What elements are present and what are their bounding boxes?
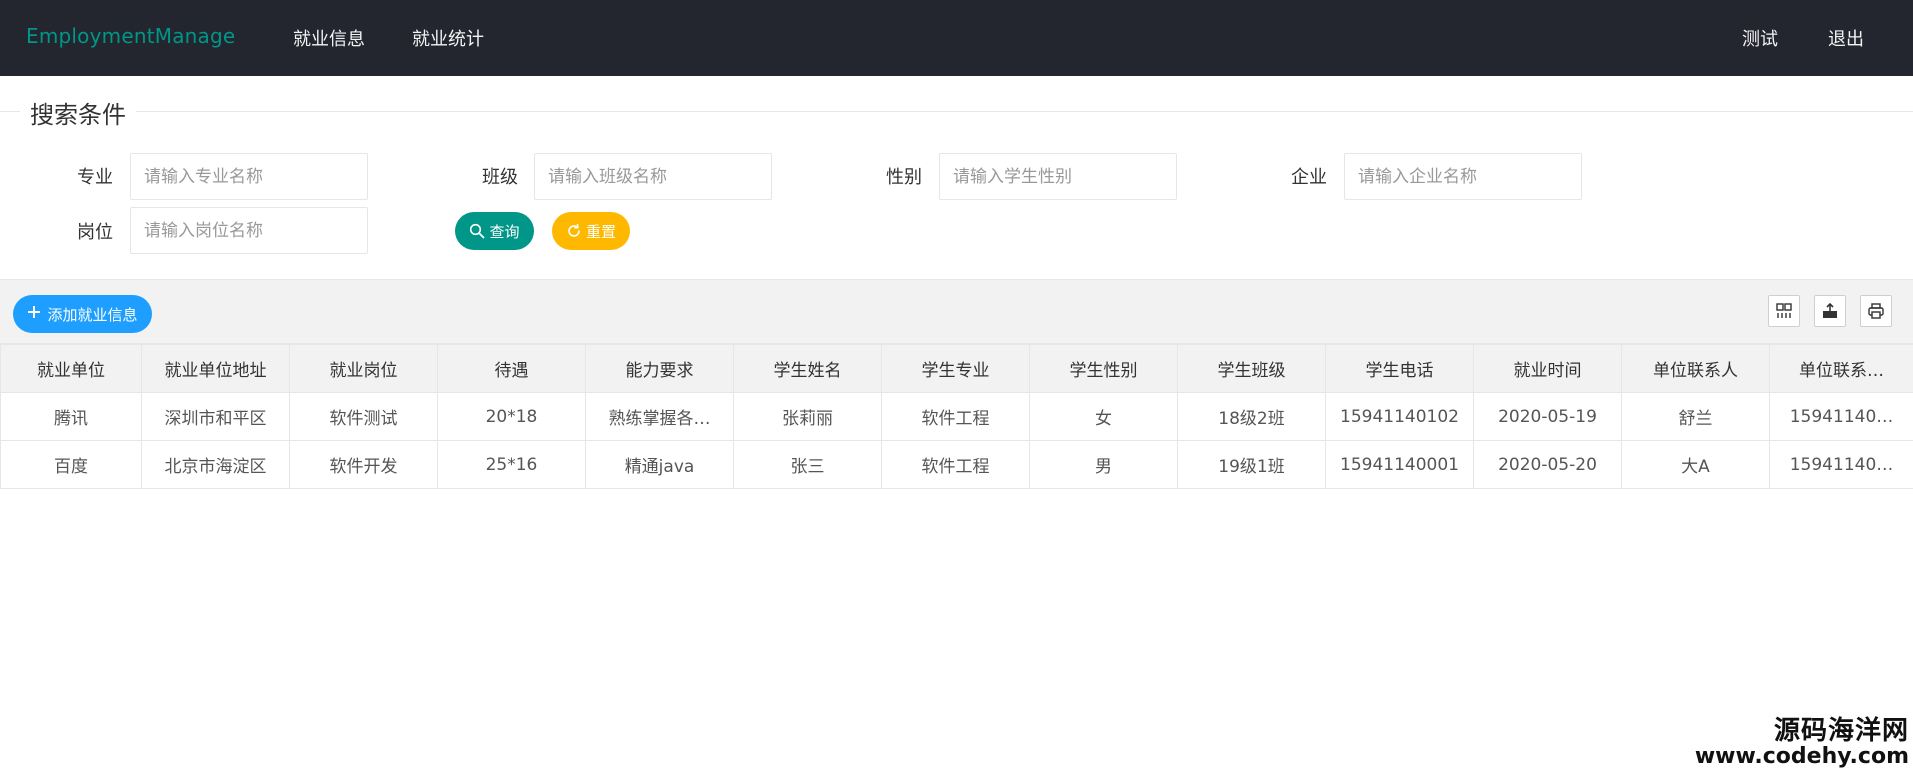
table-cell: 20*18 xyxy=(437,392,586,441)
export-icon[interactable] xyxy=(1814,295,1846,327)
table-cell: 15941140… xyxy=(1769,392,1913,441)
column-header[interactable]: 单位联系人 xyxy=(1621,344,1770,393)
table-cell: 深圳市和平区 xyxy=(141,392,290,441)
table-cell: 男 xyxy=(1029,440,1178,489)
table-cell: 女 xyxy=(1029,392,1178,441)
table-cell: 北京市海淀区 xyxy=(141,440,290,489)
nav-employment-info[interactable]: 就业信息 xyxy=(293,25,365,51)
nav-employment-stats[interactable]: 就业统计 xyxy=(412,25,484,51)
table-cell: 软件开发 xyxy=(289,440,438,489)
table-cell: 张莉丽 xyxy=(733,392,882,441)
table-toolbar: 添加就业信息 xyxy=(0,279,1913,344)
column-header[interactable]: 就业单位地址 xyxy=(141,344,290,393)
top-header: EmploymentManage 就业信息 就业统计 测试 退出 xyxy=(0,0,1913,76)
major-label: 专业 xyxy=(77,167,113,188)
search-button-label: 查询 xyxy=(489,222,520,241)
company-input[interactable] xyxy=(1344,153,1582,200)
table-cell: 舒兰 xyxy=(1621,392,1770,441)
table-cell: 15941140001 xyxy=(1325,440,1474,489)
position-label: 岗位 xyxy=(77,222,113,243)
column-header[interactable]: 学生姓名 xyxy=(733,344,882,393)
column-header[interactable]: 单位联系… xyxy=(1769,344,1913,393)
table-cell: 软件工程 xyxy=(881,392,1030,441)
refresh-icon xyxy=(566,223,582,239)
reset-button-label: 重置 xyxy=(586,222,617,241)
add-button-label: 添加就业信息 xyxy=(47,305,138,324)
table-cell: 精通java xyxy=(585,440,734,489)
column-header[interactable]: 待遇 xyxy=(437,344,586,393)
table-cell: 软件工程 xyxy=(881,440,1030,489)
table-cell: 15941140… xyxy=(1769,440,1913,489)
watermark-cn-text: 源码海洋网 xyxy=(1773,715,1909,746)
print-icon[interactable] xyxy=(1860,295,1892,327)
gender-label: 性别 xyxy=(886,167,922,188)
table-cell: 15941140102 xyxy=(1325,392,1474,441)
column-header[interactable]: 学生专业 xyxy=(881,344,1030,393)
search-icon xyxy=(469,223,485,239)
company-label: 企业 xyxy=(1291,167,1327,188)
table-cell: 19级1班 xyxy=(1177,440,1326,489)
search-legend: 搜索条件 xyxy=(20,95,136,130)
table-cell: 18级2班 xyxy=(1177,392,1326,441)
column-header[interactable]: 能力要求 xyxy=(585,344,734,393)
table-cell: 2020-05-20 xyxy=(1473,440,1622,489)
table-cell: 2020-05-19 xyxy=(1473,392,1622,441)
column-header[interactable]: 就业时间 xyxy=(1473,344,1622,393)
add-employment-button[interactable]: 添加就业信息 xyxy=(13,295,152,333)
table-cell: 腾讯 xyxy=(0,392,142,441)
table-cell: 百度 xyxy=(0,440,142,489)
nav-user-test[interactable]: 测试 xyxy=(1742,25,1778,51)
reset-button[interactable]: 重置 xyxy=(552,212,630,250)
plus-icon xyxy=(27,305,41,323)
position-input[interactable] xyxy=(130,207,368,254)
major-input[interactable] xyxy=(130,153,368,200)
fieldset-divider xyxy=(0,111,1913,112)
table-cell: 软件测试 xyxy=(289,392,438,441)
search-button[interactable]: 查询 xyxy=(455,212,534,250)
column-header[interactable]: 就业单位 xyxy=(0,344,142,393)
table-header-row: 就业单位 就业单位地址 就业岗位 待遇 能力要求 学生姓名 学生专业 学生性别 … xyxy=(0,344,1913,393)
watermark-url-text: www.codehy.com xyxy=(1694,743,1909,769)
employment-table: 就业单位 就业单位地址 就业岗位 待遇 能力要求 学生姓名 学生专业 学生性别 … xyxy=(0,344,1913,489)
table-cell: 熟练掌握各… xyxy=(585,392,734,441)
table-cell: 张三 xyxy=(733,440,882,489)
class-input[interactable] xyxy=(534,153,772,200)
table-cell: 大A xyxy=(1621,440,1770,489)
nav-logout[interactable]: 退出 xyxy=(1828,25,1864,51)
gender-input[interactable] xyxy=(939,153,1177,200)
site-watermark: 源码海洋网 www.codehy.com xyxy=(1694,715,1909,769)
table-row[interactable]: 腾讯 深圳市和平区 软件测试 20*18 熟练掌握各… 张莉丽 软件工程 女 1… xyxy=(0,392,1913,441)
app-logo[interactable]: EmploymentManage xyxy=(26,24,235,48)
column-header[interactable]: 学生电话 xyxy=(1325,344,1474,393)
columns-icon[interactable] xyxy=(1768,295,1800,327)
column-header[interactable]: 学生性别 xyxy=(1029,344,1178,393)
table-cell: 25*16 xyxy=(437,440,586,489)
table-row[interactable]: 百度 北京市海淀区 软件开发 25*16 精通java 张三 软件工程 男 19… xyxy=(0,440,1913,489)
column-header[interactable]: 学生班级 xyxy=(1177,344,1326,393)
class-label: 班级 xyxy=(482,167,518,188)
column-header[interactable]: 就业岗位 xyxy=(289,344,438,393)
